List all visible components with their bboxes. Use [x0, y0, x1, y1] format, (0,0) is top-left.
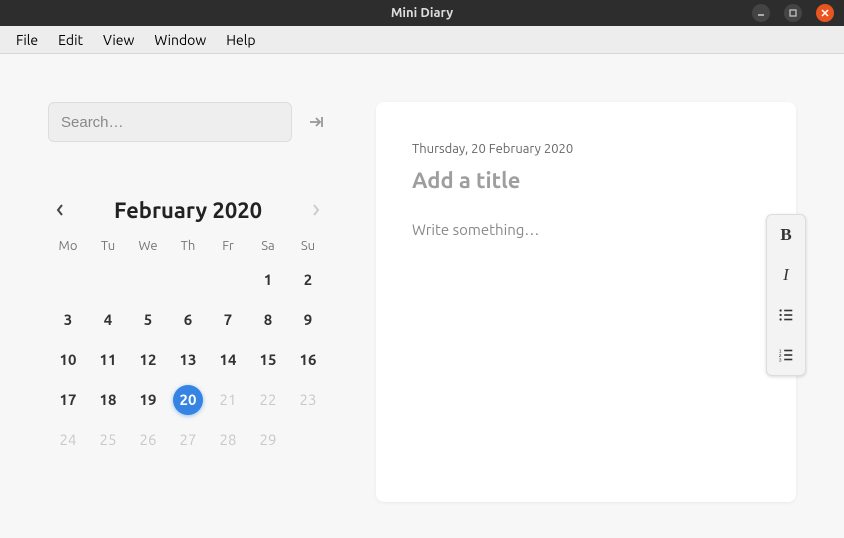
calendar-day[interactable]: 14 [208, 347, 248, 373]
calendar-day: 27 [168, 427, 208, 453]
calendar-day: 22 [248, 387, 288, 413]
jump-to-today-button[interactable] [306, 112, 328, 132]
entry-date: Thursday, 20 February 2020 [412, 142, 760, 156]
entry-title-input[interactable]: Add a title [412, 168, 760, 193]
calendar-dow: Mo [48, 239, 88, 253]
titlebar: Mini Diary [0, 0, 844, 26]
calendar-day: 28 [208, 427, 248, 453]
search-row [48, 102, 328, 142]
calendar-dow: Fr [208, 239, 248, 253]
left-column: February 2020 MoTuWeThFrSaSu123456789101… [48, 102, 328, 502]
calendar-day[interactable]: 16 [288, 347, 328, 373]
bold-button[interactable]: B [767, 215, 805, 255]
next-month-button[interactable] [304, 201, 328, 221]
calendar-dow: Su [288, 239, 328, 253]
window-title: Mini Diary [391, 6, 453, 20]
calendar-empty [48, 267, 88, 293]
calendar-day[interactable]: 9 [288, 307, 328, 333]
calendar-day: 25 [88, 427, 128, 453]
arrow-to-line-icon [307, 112, 327, 132]
calendar-day: 21 [208, 387, 248, 413]
calendar-day[interactable]: 13 [168, 347, 208, 373]
diary-card: Thursday, 20 February 2020 Add a title W… [376, 102, 796, 502]
calendar-day[interactable]: 12 [128, 347, 168, 373]
calendar-empty [208, 267, 248, 293]
calendar-header: February 2020 [48, 198, 328, 223]
right-column: Thursday, 20 February 2020 Add a title W… [376, 102, 796, 502]
maximize-button[interactable] [784, 4, 802, 22]
minimize-button[interactable] [752, 4, 770, 22]
calendar: February 2020 MoTuWeThFrSaSu123456789101… [48, 198, 328, 453]
menu-file[interactable]: File [6, 28, 48, 52]
chevron-left-icon [55, 203, 65, 217]
calendar-dow: Tu [88, 239, 128, 253]
menu-view[interactable]: View [93, 28, 144, 52]
calendar-day[interactable]: 15 [248, 347, 288, 373]
chevron-right-icon [311, 203, 321, 217]
menu-edit[interactable]: Edit [48, 28, 93, 52]
maximize-icon [788, 8, 798, 18]
calendar-empty [168, 267, 208, 293]
calendar-day[interactable]: 3 [48, 307, 88, 333]
calendar-day[interactable]: 4 [88, 307, 128, 333]
minimize-icon [756, 8, 766, 18]
format-toolbar: B I 1 2 3 [766, 214, 806, 376]
calendar-day: 26 [128, 427, 168, 453]
menu-window[interactable]: Window [144, 28, 216, 52]
menu-help[interactable]: Help [216, 28, 265, 52]
prev-month-button[interactable] [48, 201, 72, 221]
calendar-day[interactable]: 17 [48, 387, 88, 413]
ordered-list-button[interactable]: 1 2 3 [767, 335, 805, 375]
calendar-day: 24 [48, 427, 88, 453]
entry-body-input[interactable]: Write something… [412, 221, 760, 238]
calendar-day[interactable]: 6 [168, 307, 208, 333]
calendar-day: 29 [248, 427, 288, 453]
unordered-list-button[interactable] [767, 295, 805, 335]
calendar-day[interactable]: 10 [48, 347, 88, 373]
calendar-day[interactable]: 11 [88, 347, 128, 373]
list-ul-icon [777, 306, 795, 324]
close-button[interactable] [816, 4, 834, 22]
search-input[interactable] [48, 102, 292, 142]
italic-button[interactable]: I [767, 255, 805, 295]
calendar-day[interactable]: 5 [128, 307, 168, 333]
list-ol-icon: 1 2 3 [777, 346, 795, 364]
calendar-grid: MoTuWeThFrSaSu12345678910111213141516171… [48, 239, 328, 453]
close-icon [820, 8, 830, 18]
calendar-day[interactable]: 2 [288, 267, 328, 293]
calendar-day[interactable]: 20 [168, 387, 208, 413]
calendar-day[interactable]: 19 [128, 387, 168, 413]
calendar-empty [128, 267, 168, 293]
calendar-day: 23 [288, 387, 328, 413]
calendar-day[interactable]: 18 [88, 387, 128, 413]
calendar-day[interactable]: 1 [248, 267, 288, 293]
window-controls [752, 4, 844, 22]
calendar-dow: We [128, 239, 168, 253]
content: February 2020 MoTuWeThFrSaSu123456789101… [0, 54, 844, 538]
calendar-dow: Th [168, 239, 208, 253]
calendar-dow: Sa [248, 239, 288, 253]
menubar: FileEditViewWindowHelp [0, 26, 844, 54]
calendar-day[interactable]: 7 [208, 307, 248, 333]
calendar-day[interactable]: 8 [248, 307, 288, 333]
calendar-empty [88, 267, 128, 293]
calendar-title: February 2020 [114, 198, 262, 223]
svg-text:3: 3 [779, 357, 782, 363]
